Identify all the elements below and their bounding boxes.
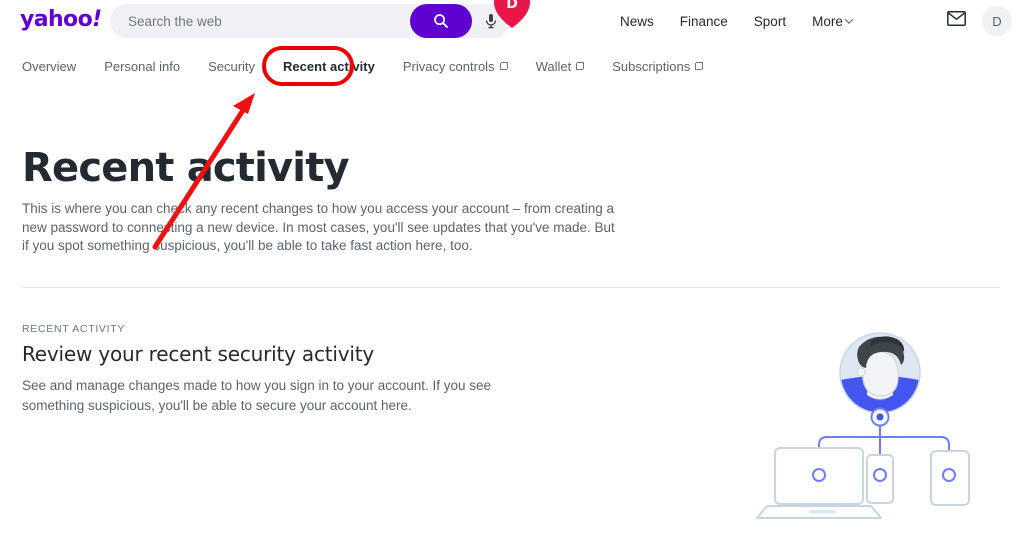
yahoo-logo-text: yahoo xyxy=(20,7,93,32)
user-devices-illustration xyxy=(755,325,1005,520)
subnav-tab-overview[interactable]: Overview xyxy=(22,59,76,74)
section-divider xyxy=(22,287,1000,288)
top-nav-item-more[interactable]: More xyxy=(812,13,854,29)
section-description: See and manage changes made to how you s… xyxy=(22,378,492,413)
subnav-tab-personal-info[interactable]: Personal info xyxy=(104,59,180,74)
subnav-tab-label: Wallet xyxy=(535,58,572,74)
subnav-tab-security[interactable]: Security xyxy=(208,59,255,74)
avatar-initial: D xyxy=(992,13,1002,29)
avatar-illustration xyxy=(839,332,921,414)
top-nav-item-sport[interactable]: Sport xyxy=(754,14,786,29)
site-header: yahoo! News Finance Sport xyxy=(0,0,1024,42)
external-link-icon xyxy=(576,62,585,70)
avatar[interactable]: D xyxy=(982,6,1012,36)
top-nav-item-news[interactable]: News xyxy=(620,14,654,29)
browser-page: yahoo! News Finance Sport xyxy=(0,0,1024,536)
subnav-tab-privacy-controls[interactable]: Privacy controls xyxy=(403,59,508,74)
top-nav: News Finance Sport More xyxy=(620,0,854,42)
search-button[interactable] xyxy=(410,4,472,38)
subnav-tab-recent-activity[interactable]: Recent activity xyxy=(283,59,375,74)
section-title: Review your recent security activity xyxy=(22,342,375,366)
page-title: Recent activity xyxy=(22,145,350,191)
microphone-icon[interactable] xyxy=(476,6,506,36)
subnav-tab-subscriptions[interactable]: Subscriptions xyxy=(612,58,704,74)
tablet-icon xyxy=(930,450,970,506)
subnav-tab-label: Privacy controls xyxy=(402,58,495,74)
subnav-tab-label: Security xyxy=(208,58,256,74)
yahoo-logo-bang: ! xyxy=(92,7,102,32)
recent-activity-section: RECENT ACTIVITY Review your recent secur… xyxy=(22,323,542,416)
phone-icon xyxy=(866,454,894,504)
subnav-tab-label: Overview xyxy=(22,58,77,74)
search-icon xyxy=(434,14,448,28)
laptop-icon xyxy=(756,447,882,519)
section-eyebrow: RECENT ACTIVITY xyxy=(22,323,126,335)
subnav-tab-label: Subscriptions xyxy=(612,58,691,74)
mail-icon[interactable] xyxy=(947,11,966,31)
subnav-tab-label: Personal info xyxy=(104,58,181,74)
external-link-icon xyxy=(695,62,704,70)
account-subnav: Overview Personal info Security Recent a… xyxy=(0,42,1024,90)
external-link-icon xyxy=(499,62,508,70)
top-nav-more-label: More xyxy=(812,13,843,29)
page-description: This is where you can check any recent c… xyxy=(22,201,615,253)
yahoo-logo[interactable]: yahoo! xyxy=(20,9,102,31)
subnav-tab-wallet[interactable]: Wallet xyxy=(536,59,585,74)
top-nav-item-finance[interactable]: Finance xyxy=(680,14,728,29)
chevron-down-icon xyxy=(844,15,854,24)
subnav-tab-label: Recent activity xyxy=(283,58,375,74)
